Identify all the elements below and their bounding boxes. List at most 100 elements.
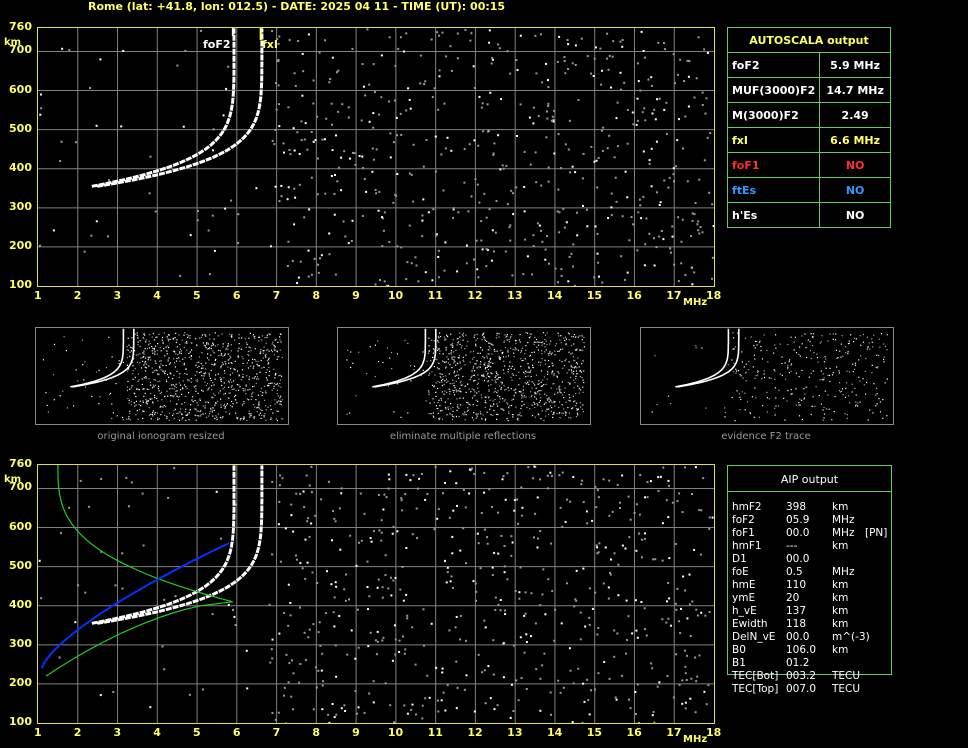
ionogram-bottom-canvas	[38, 465, 714, 723]
x-tick-label: 4	[153, 726, 161, 739]
grid	[38, 28, 714, 286]
y-unit-km-top: km	[4, 37, 22, 48]
thumb-trace-o	[70, 328, 125, 388]
autoscala-value: 5.9 MHz	[819, 52, 891, 78]
autoscala-row: foF2 5.9 MHz	[726, 52, 891, 78]
x-tick-label: 14	[546, 726, 563, 739]
ionogram-top	[37, 27, 715, 287]
thumb-noise	[651, 332, 888, 422]
aip-unit: km	[832, 501, 849, 513]
aip-divider	[728, 491, 891, 492]
aip-value: 00.0	[786, 527, 810, 539]
aip-value: 00.0	[786, 631, 810, 643]
x-tick-label: 8	[312, 726, 320, 739]
y-tick-label: 600	[9, 82, 32, 96]
x-tick-label: 12	[467, 726, 483, 739]
aip-unit: km	[832, 579, 849, 591]
aip-row: foE 0.5 MHz	[732, 566, 890, 579]
autoscala-value: NO	[819, 152, 891, 178]
aip-row: ymE 20 km	[732, 592, 890, 605]
thumb-trace-o	[675, 328, 730, 388]
x-tick-label: 14	[546, 289, 563, 302]
aip-row: B1 01.2	[732, 657, 890, 670]
autoscala-key: fxI	[726, 127, 821, 153]
autoscala-row: fxI 6.6 MHz	[726, 127, 891, 153]
aip-key: Ewidth	[732, 618, 768, 630]
aip-row: DelN_vE 00.0 m^(-3)	[732, 631, 890, 644]
autoscala-value: 2.49	[819, 102, 891, 128]
y-tick-label: 760	[9, 20, 32, 33]
aip-row: Ewidth 118 km	[732, 618, 890, 631]
x-tick-label: 17	[666, 726, 682, 739]
aip-value: 398	[786, 501, 807, 513]
x-tick-label: 13	[507, 289, 523, 302]
fxi-label: fxI	[262, 38, 278, 51]
y-unit-km-bottom: km	[4, 474, 22, 485]
autoscala-title: AUTOSCALA output	[727, 27, 891, 53]
aip-row: TEC[Bot] 003.2 TECU	[732, 670, 890, 683]
aip-unit: km	[832, 592, 849, 604]
aip-title: AIP output	[780, 473, 839, 486]
x-tick-label: 9	[352, 289, 360, 302]
x-tick-label: 18	[706, 726, 722, 739]
aip-key: h_vE	[732, 605, 757, 617]
x-tick-label: 10	[387, 726, 404, 739]
x-tick-label: 1	[34, 289, 42, 302]
header-title: Rome (lat: +41.8, lon: 012.5) - DATE: 20…	[88, 0, 506, 13]
aip-flag: [PN]	[865, 527, 888, 539]
thumbnail-eliminate-multiple	[337, 327, 591, 425]
aip-value: 118	[786, 618, 807, 630]
y-tick-label: 500	[9, 121, 32, 135]
aip-unit: km	[832, 605, 849, 617]
aip-key: ymE	[732, 592, 756, 604]
x-tick-label: 16	[626, 289, 642, 302]
ordinary-trace	[91, 28, 236, 188]
x-tick-label: 13	[507, 726, 523, 739]
x-tick-label: 15	[586, 289, 603, 302]
aip-key: hmF2	[732, 501, 762, 513]
aip-row: foF2 05.9 MHz	[732, 514, 890, 527]
aip-unit: m^(-3)	[832, 631, 870, 643]
autoscala-row: MUF(3000)F2 14.7 MHz	[726, 77, 891, 103]
aip-key: D1	[732, 553, 747, 565]
aip-unit: TECU	[832, 670, 861, 682]
y-tick-label: 400	[9, 597, 32, 611]
x-tick-label: 5	[193, 289, 201, 302]
x-tick-label: 7	[272, 289, 281, 302]
x-tick-label: 3	[113, 726, 122, 739]
aip-row: h_vE 137 km	[732, 605, 890, 618]
aip-key: B0	[732, 644, 746, 656]
autoscala-key: ftEs	[726, 177, 821, 203]
x-tick-label: 2	[73, 289, 82, 302]
aip-key: TEC[Top]	[732, 683, 779, 695]
x-tick-label: 6	[232, 289, 241, 302]
aip-row: hmF2 398 km	[732, 501, 890, 514]
aip-key: foE	[732, 566, 749, 578]
thumbnail-original	[35, 327, 289, 425]
autoscala-value: NO	[819, 177, 891, 203]
thumb-trace-o	[372, 328, 427, 388]
caption-original: original ionogram resized	[97, 431, 225, 442]
aip-unit: km	[832, 618, 849, 630]
y-tick-label: 300	[9, 199, 32, 213]
aip-value: 003.2	[786, 670, 817, 682]
autoscala-key: foF2	[726, 52, 821, 78]
x-tick-label: 5	[193, 726, 201, 739]
aip-row: TEC[Top] 007.0 TECU	[732, 683, 890, 696]
y-tick-label: 100	[9, 715, 32, 728]
thumb-noise	[42, 332, 283, 422]
x-tick-label: 4	[153, 289, 161, 302]
x-tick-label: 12	[467, 289, 483, 302]
aip-unit: MHz	[832, 527, 855, 539]
aip-output-panel: AIP output hmF2 398 km foF2 05.9 MHz foF1 00.0 M…	[727, 465, 892, 695]
grid	[38, 465, 714, 723]
x-tick-label: 6	[232, 726, 241, 739]
aip-key: foF1	[732, 527, 755, 539]
x-unit-mhz-bottom: MHz	[683, 734, 708, 745]
aip-value: ---	[786, 540, 798, 552]
aip-value: 106.0	[786, 644, 817, 656]
autoscala-value: NO	[819, 202, 891, 228]
y-tick-label: 300	[9, 636, 32, 650]
autoscala-row: foF1 NO	[726, 152, 891, 178]
aip-key: DelN_vE	[732, 631, 776, 643]
